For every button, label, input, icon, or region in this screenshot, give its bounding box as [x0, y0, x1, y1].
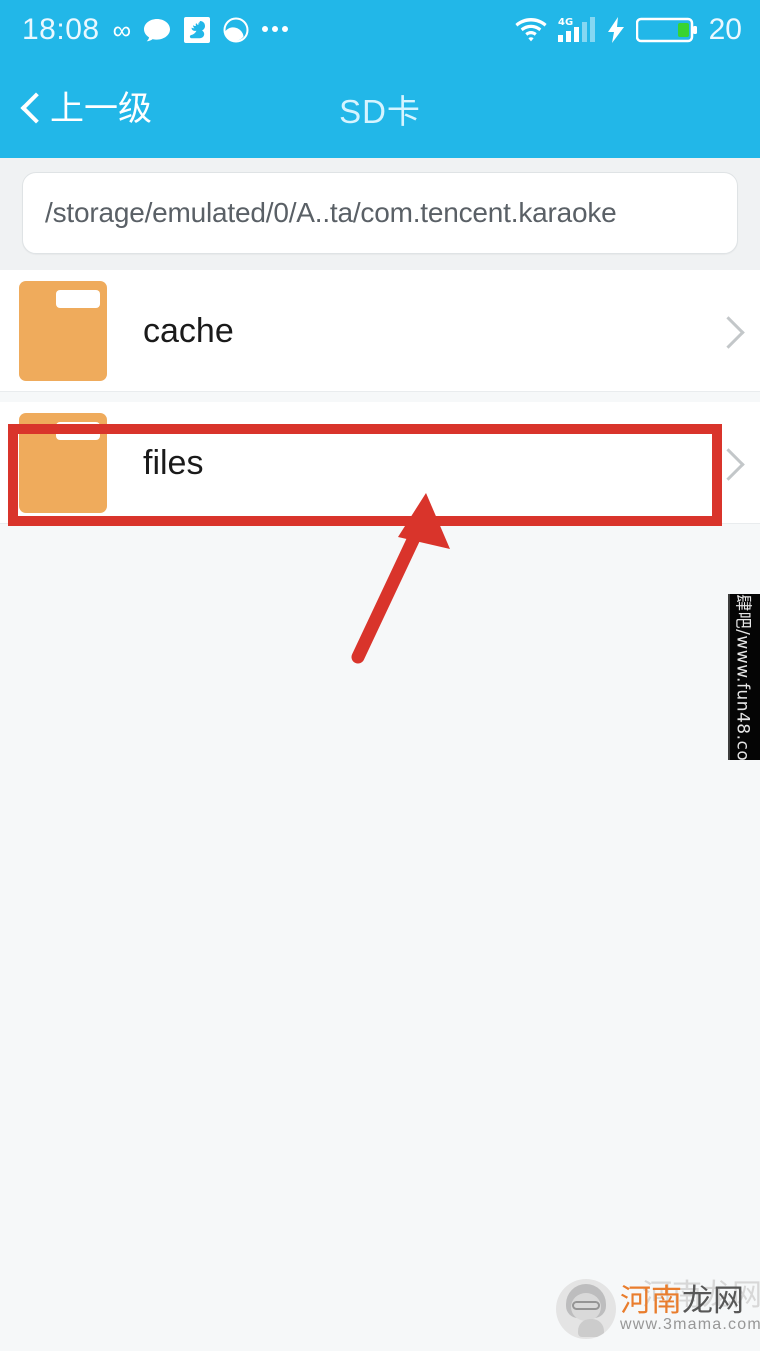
watermark-avatar-icon — [556, 1279, 616, 1339]
watermark-brand-second: 龙网 — [682, 1282, 744, 1318]
folder-icon — [19, 280, 107, 381]
list-divider — [0, 392, 760, 402]
signal-4g-icon: 4G — [557, 16, 596, 44]
nav-bar: 上一级 SD卡 — [0, 60, 760, 158]
path-bar-container: /storage/emulated/0/A..ta/com.tencent.ka… — [0, 158, 760, 270]
watermark-brand: 河南龙网 — [620, 1283, 744, 1318]
watermark-url: www.3mama.com — [620, 1315, 760, 1333]
file-row-files[interactable]: files — [0, 402, 760, 524]
chevron-right-icon — [712, 447, 745, 481]
chevron-right-icon — [712, 315, 745, 349]
watermark-text-group: 河南龙网 河南龙网 www.3mama.com — [620, 1280, 760, 1334]
folder-icon — [19, 412, 107, 513]
side-watermark: 放肆吧/www.fun48.com — [728, 594, 760, 760]
status-bar-right: 4G 20 — [515, 15, 742, 45]
uc-browser-squirrel-icon — [184, 17, 211, 43]
path-input[interactable]: /storage/emulated/0/A..ta/com.tencent.ka… — [22, 172, 738, 254]
baidu-icon — [223, 17, 249, 43]
status-bar-left: 18:08 ∞ — [22, 13, 289, 46]
side-watermark-text: 放肆吧/www.fun48.com — [732, 594, 753, 760]
svg-text:4G: 4G — [558, 17, 573, 28]
watermark-brand-first: 河南 — [620, 1282, 682, 1318]
battery-percent-label: 20 — [708, 13, 742, 46]
file-name-label: files — [143, 443, 204, 482]
back-button-label: 上一级 — [50, 90, 152, 128]
more-dots-icon — [262, 25, 289, 35]
back-button[interactable]: 上一级 — [18, 89, 152, 129]
infinity-icon: ∞ — [112, 15, 132, 45]
charging-bolt-icon — [607, 16, 625, 44]
battery-icon — [635, 15, 698, 45]
file-row-cache[interactable]: cache — [0, 270, 760, 392]
bottom-watermark: 河南龙网 河南龙网 www.3mama.com — [556, 1275, 760, 1343]
chat-bubble-icon — [143, 18, 171, 42]
status-bar: 18:08 ∞ 4G 20 — [0, 0, 760, 60]
file-list: cache files — [0, 270, 760, 524]
wifi-icon — [515, 17, 547, 43]
path-input-value: /storage/emulated/0/A..ta/com.tencent.ka… — [45, 197, 617, 228]
chevron-left-icon — [18, 89, 44, 129]
status-time: 18:08 — [22, 13, 100, 46]
file-name-label: cache — [143, 311, 234, 350]
